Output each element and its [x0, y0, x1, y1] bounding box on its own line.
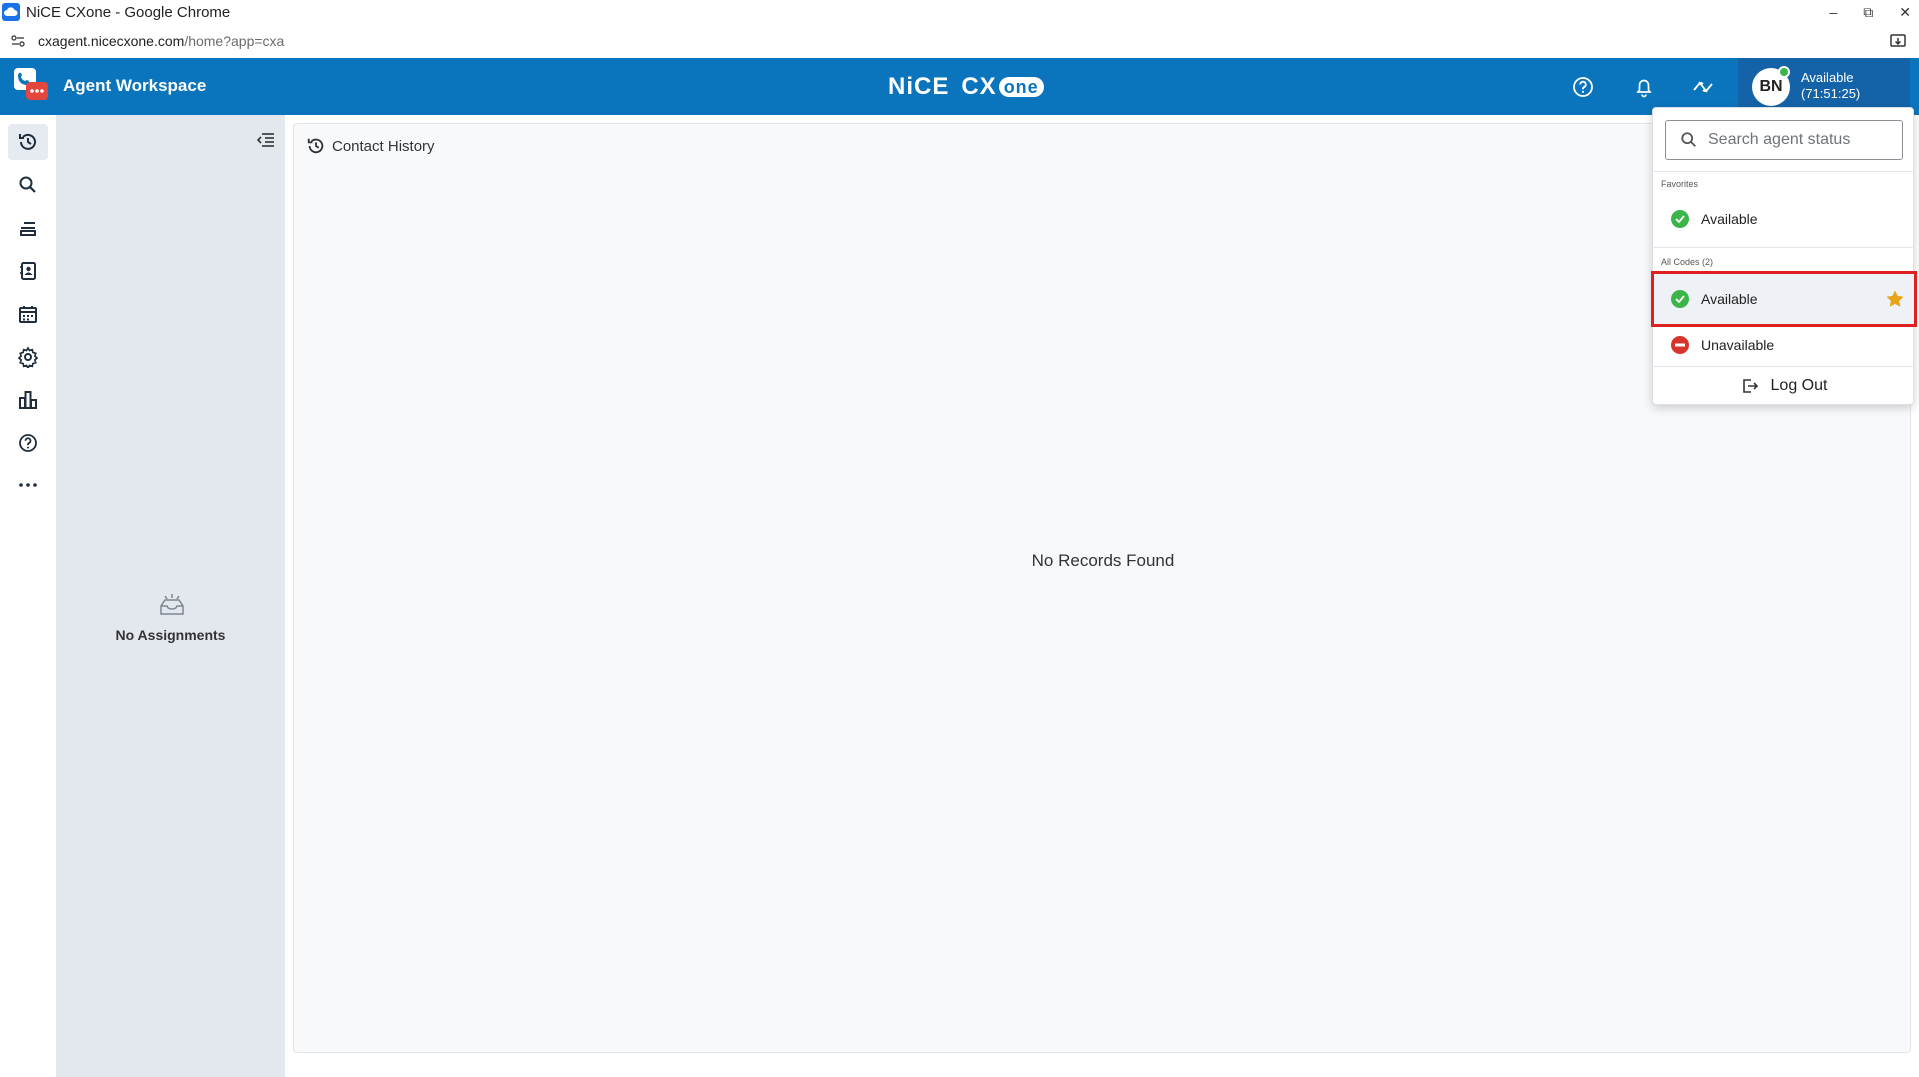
queue-icon[interactable]: [8, 210, 48, 246]
status-label: Available: [1701, 211, 1758, 227]
search-icon: [1681, 132, 1696, 147]
status-unavailable-option[interactable]: Unavailable: [1653, 326, 1915, 364]
site-settings-icon[interactable]: [10, 33, 26, 49]
url-host[interactable]: cxagent.nicecxone.com: [38, 33, 184, 49]
brand-one: one: [998, 77, 1044, 97]
browser-titlebar: NiCE CXone - Google Chrome – ⧉ ✕: [0, 0, 1919, 24]
search-icon[interactable]: [8, 167, 48, 203]
avatar-status-badge-icon: [1778, 66, 1790, 78]
status-available-option[interactable]: Available: [1651, 271, 1917, 327]
favorite-star-icon[interactable]: [1885, 289, 1905, 309]
directory-icon[interactable]: [8, 253, 48, 289]
status-search-box[interactable]: [1665, 120, 1903, 160]
agent-status-text: Available (71:51:25): [1801, 70, 1860, 102]
calendar-icon[interactable]: [8, 296, 48, 332]
left-nav-rail: [0, 115, 56, 1077]
disconnected-link-icon[interactable]: [1690, 74, 1716, 100]
minus-circle-icon: [1671, 336, 1689, 354]
no-records-text: No Records Found: [1031, 551, 1175, 570]
page-title: Contact History: [332, 137, 435, 155]
check-circle-icon: [1671, 210, 1689, 228]
settings-icon[interactable]: [8, 339, 48, 375]
status-label: Available: [1701, 291, 1758, 307]
workspace-title: Agent Workspace: [63, 76, 207, 95]
help-icon[interactable]: [8, 425, 48, 461]
agent-status-label: Available: [1801, 70, 1854, 85]
install-app-icon[interactable]: [1889, 32, 1907, 50]
reports-icon[interactable]: [8, 382, 48, 418]
history-icon[interactable]: [8, 124, 48, 160]
brand-nice: NiCE: [888, 73, 950, 100]
window-controls: – ⧉ ✕: [1829, 0, 1911, 24]
more-icon[interactable]: [8, 467, 48, 503]
help-icon[interactable]: [1570, 74, 1596, 100]
agent-status-timer: (71:51:25): [1801, 86, 1861, 101]
agent-workspace-logo-icon: [14, 68, 48, 100]
divider: [1653, 247, 1915, 248]
divider: [1653, 171, 1915, 172]
url-path[interactable]: /home?app=cxa: [184, 33, 284, 49]
window-title: NiCE CXone - Google Chrome: [26, 3, 231, 21]
history-icon: [307, 138, 324, 154]
all-codes-label: All Codes (2): [1661, 257, 1714, 267]
chrome-app-icon: [2, 3, 20, 21]
logout-label: Log Out: [1770, 377, 1828, 394]
brand-logo: NiCE CX one: [888, 73, 1044, 101]
favorites-label: Favorites: [1661, 179, 1699, 189]
app-header: Agent Workspace NiCE CX one BN Available…: [0, 58, 1919, 115]
empty-inbox-icon: [160, 594, 184, 615]
logout-button[interactable]: Log Out: [1653, 366, 1915, 406]
logout-icon: [1742, 379, 1758, 393]
address-bar[interactable]: cxagent.nicecxone.com/home?app=cxa: [0, 27, 1919, 55]
no-assignments-text: No Assignments: [115, 627, 226, 643]
brand-cx: CX: [961, 73, 997, 100]
agent-status-dropdown: Favorites Available All Codes (2) Availa…: [1651, 107, 1917, 406]
status-label: Unavailable: [1701, 337, 1775, 353]
check-circle-icon: [1671, 290, 1689, 308]
bell-icon[interactable]: [1631, 74, 1657, 100]
restore-button[interactable]: ⧉: [1863, 4, 1873, 21]
close-window-button[interactable]: ✕: [1899, 4, 1911, 21]
assignments-panel: No Assignments: [56, 115, 285, 1077]
status-search-input[interactable]: [1708, 131, 1898, 149]
collapse-panel-icon[interactable]: [256, 131, 276, 149]
favorite-status-available[interactable]: Available: [1653, 200, 1915, 238]
minimize-button[interactable]: –: [1829, 4, 1837, 20]
